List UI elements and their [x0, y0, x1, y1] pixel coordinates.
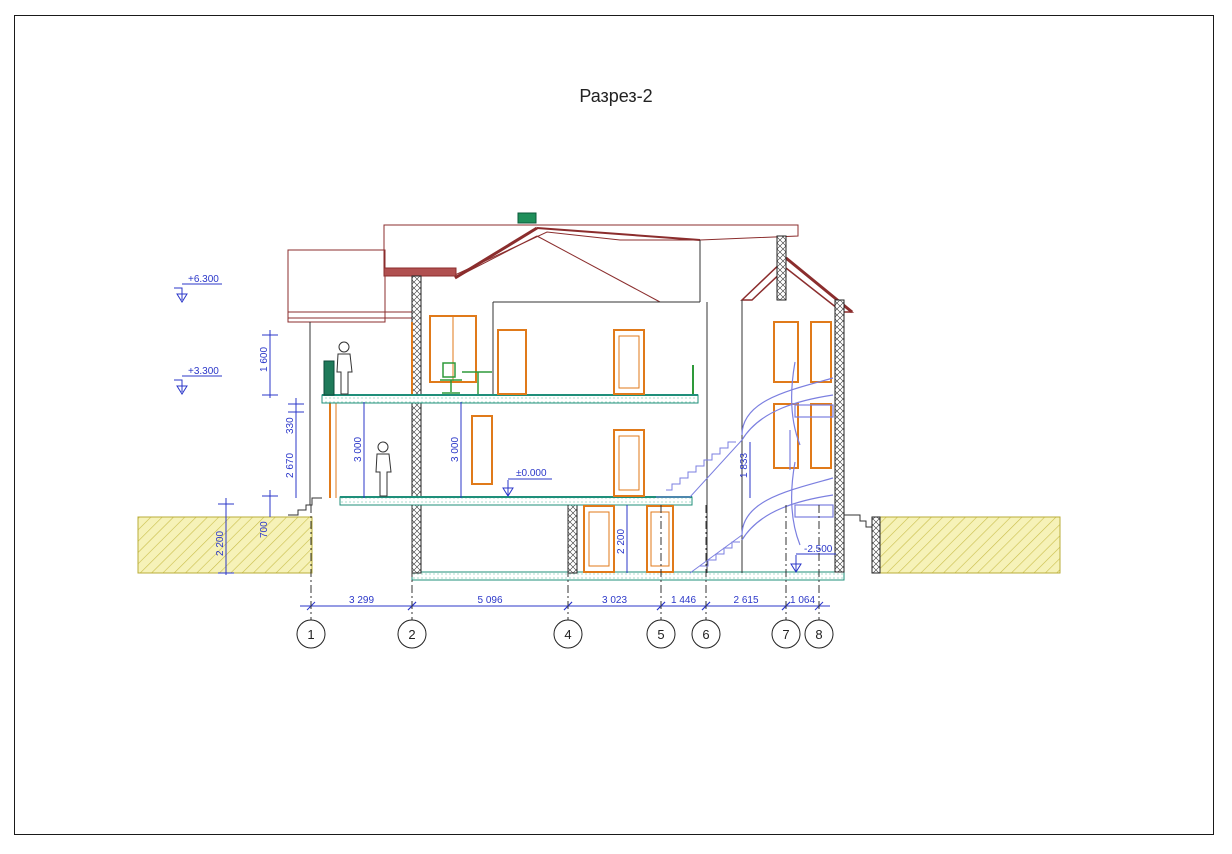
- dim-330: 330: [285, 417, 296, 434]
- dim-2670: 2 670: [285, 453, 296, 478]
- door-upper-right: [613, 329, 645, 395]
- horizontal-dimensions: 3 299 5 096 3 023 1 446 2 615 1 064: [306, 595, 824, 611]
- chair-icon: [440, 362, 462, 394]
- dim-2200-left: 2 200: [215, 531, 226, 556]
- axis-label-5: 5: [657, 627, 664, 642]
- window-lower-left: [471, 415, 493, 485]
- wall-axis-2: [411, 275, 422, 574]
- door-basement-right: [646, 505, 674, 573]
- level-marker-zero: ±0.000: [502, 468, 552, 497]
- level-basement-label: -2.500: [804, 544, 833, 555]
- dim-horizontal-4: 1 446: [671, 595, 696, 606]
- dim-1833: 1 833: [739, 453, 750, 478]
- level-marker-basement: -2.500: [790, 544, 836, 573]
- dim-700: 700: [259, 521, 270, 538]
- door-upper-middle: [497, 329, 527, 395]
- dim-3000-b: 3 000: [450, 437, 461, 462]
- person-lower-icon: [375, 441, 392, 497]
- slab-second-floor: [321, 394, 699, 404]
- dim-3000-a: 3 000: [353, 437, 364, 462]
- level-second-label: +3.300: [188, 366, 219, 377]
- axis-label-6: 6: [702, 627, 709, 642]
- window-right-upper: [773, 321, 832, 469]
- axis-label-8: 8: [815, 627, 822, 642]
- ground-right: [874, 516, 1061, 574]
- basement-slab: [411, 571, 845, 581]
- axis-label-1: 1: [307, 627, 314, 642]
- dim-horizontal-1: 3 299: [349, 595, 374, 606]
- door-basement-left: [583, 505, 615, 573]
- roof-left-wing: [287, 249, 386, 323]
- level-zero-label: ±0.000: [516, 468, 547, 479]
- slab-first-floor: [339, 496, 693, 506]
- axis-label-7: 7: [782, 627, 789, 642]
- person-upper-icon: [336, 341, 353, 395]
- dim-horizontal-5: 2 615: [733, 595, 758, 606]
- dim-1600: 1 600: [259, 347, 270, 372]
- level-marker-second: +3.300: [174, 366, 222, 395]
- dim-2200-mid: 2 200: [616, 529, 627, 554]
- dim-horizontal-3: 3 023: [602, 595, 627, 606]
- level-top-label: +6.300: [188, 274, 219, 285]
- section-drawing: +6.300 +3.300 ±0.000 -2.500 1 600 330 2 …: [137, 212, 1061, 649]
- dim-horizontal-2: 5 096: [477, 595, 502, 606]
- wall-axis-4: [567, 504, 578, 574]
- level-marker-top: +6.300: [174, 274, 222, 303]
- axis-label-2: 2: [408, 627, 415, 642]
- door-lower-right: [613, 429, 645, 497]
- axis-label-4: 4: [564, 627, 571, 642]
- dim-horizontal-6: 1 064: [790, 595, 815, 606]
